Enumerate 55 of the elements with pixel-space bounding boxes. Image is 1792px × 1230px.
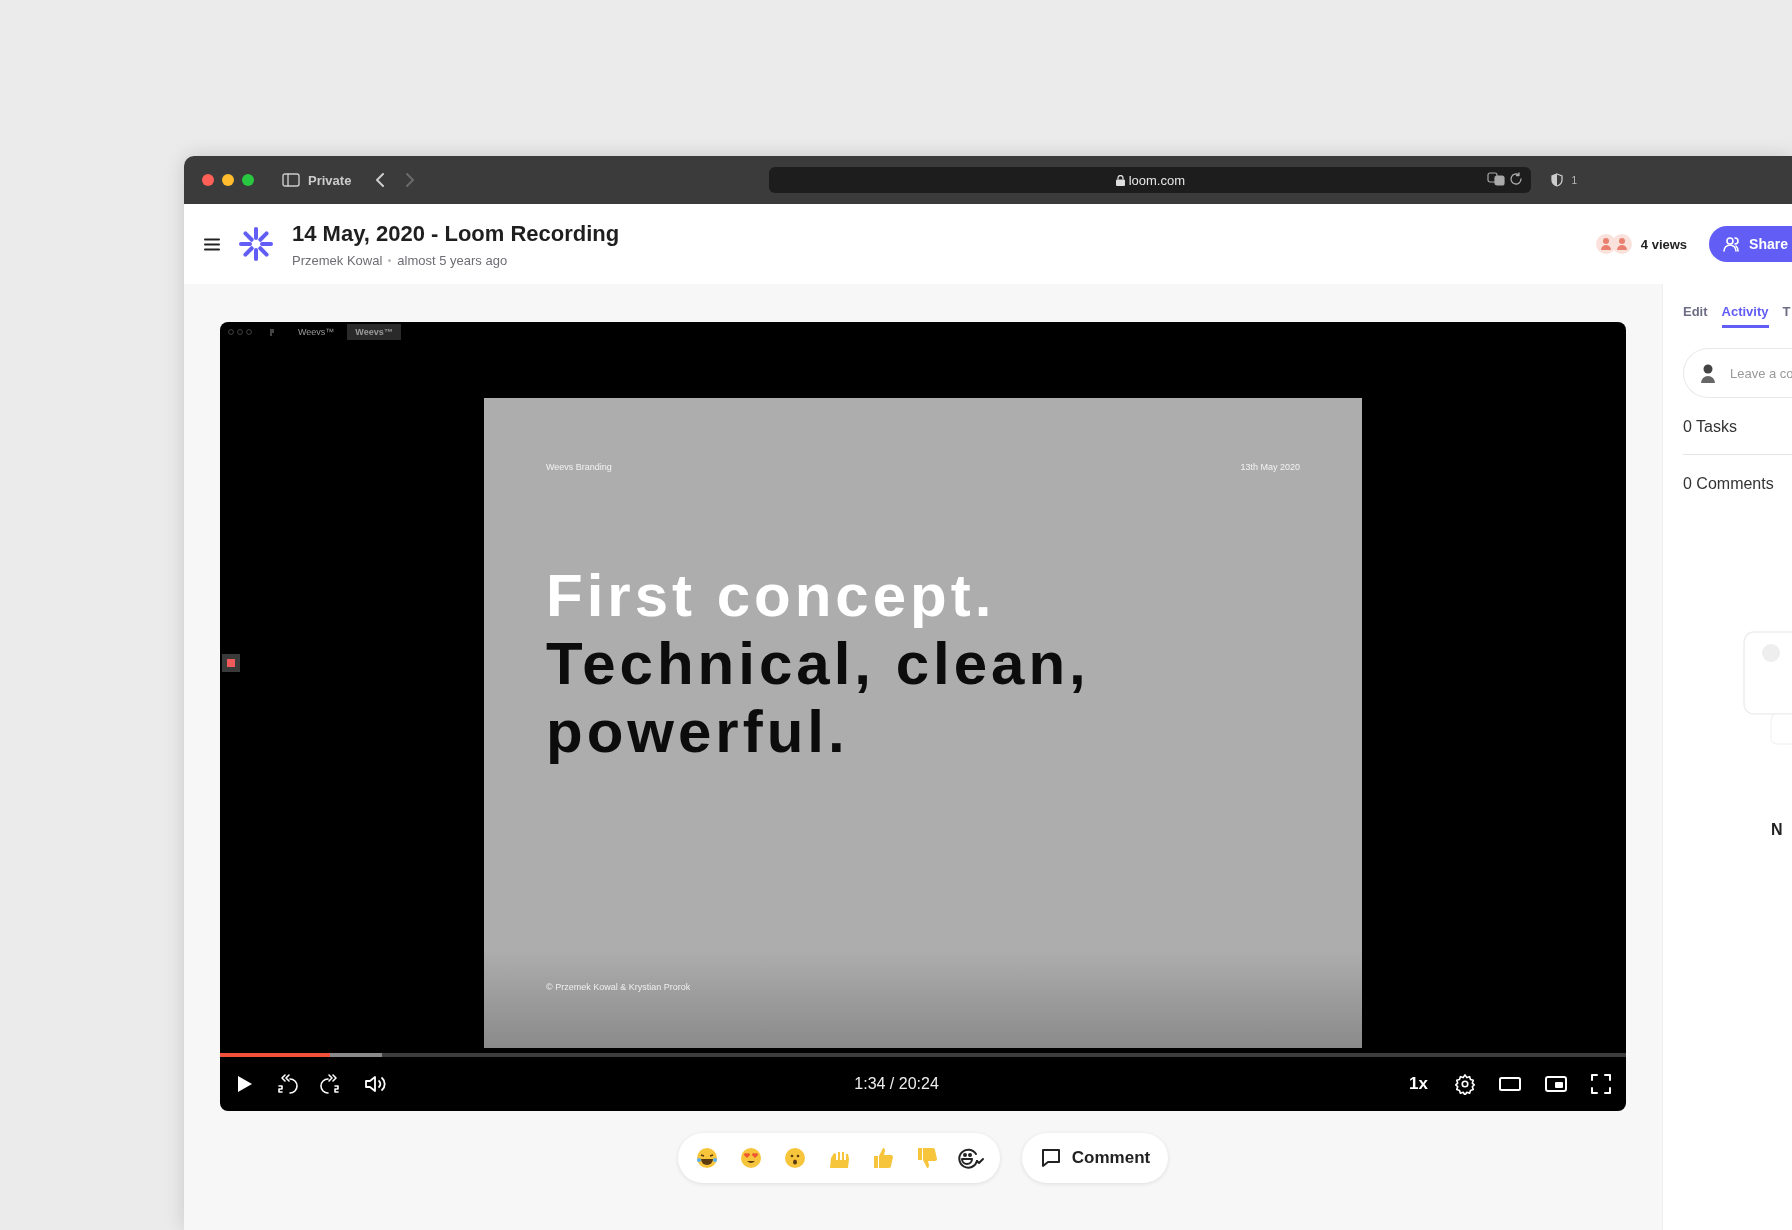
slide-headline: powerful.: [546, 698, 850, 766]
heart-eyes-emoji-icon: [738, 1146, 763, 1170]
speed-button[interactable]: 1x: [1403, 1073, 1434, 1095]
tasks-count: 0 Tasks: [1683, 418, 1738, 436]
fullscreen-button[interactable]: [1588, 1071, 1614, 1097]
url-text: loom.com: [1128, 172, 1186, 188]
picture-in-picture-button[interactable]: [1542, 1073, 1570, 1095]
translate-icon[interactable]: [1487, 172, 1506, 186]
comments-count: 0 Comments: [1683, 475, 1775, 493]
record-indicator-icon: [222, 654, 240, 672]
share-button[interactable]: Share: [1709, 226, 1792, 262]
comment-button[interactable]: Comment: [1021, 1133, 1169, 1183]
viewer-avatars-icon: [1594, 233, 1633, 255]
video-player[interactable]: Weevs™ Weevs™ Weevs Branding 13th May 2020 First concept. Technical, clean, powerful. © Przemek Kowal & Krystian Prorok 1:34 / 20:24 1x: [220, 322, 1626, 1111]
panel-tab[interactable]: Edit: [1683, 304, 1708, 328]
starburst-logo[interactable]: [238, 226, 274, 262]
window-buttons-icon: [228, 329, 254, 335]
progress-track[interactable]: [220, 1053, 1626, 1057]
avatar-icon: [1701, 363, 1715, 383]
blocked-count: 1: [1571, 174, 1577, 186]
empty-state-heading: N: [1771, 821, 1784, 839]
slide-date: 13th May 2020: [1240, 462, 1300, 472]
add-reaction-icon: [956, 1146, 985, 1170]
chevron-right-icon: [405, 173, 416, 187]
laughing-emoji-icon: [694, 1146, 719, 1170]
private-mode-label: Private: [308, 172, 352, 188]
lock-icon: [1115, 174, 1125, 186]
speech-bubble-icon: [1039, 1147, 1062, 1169]
sidebar-icon[interactable]: [282, 173, 300, 187]
slide-brand: Weevs Branding: [546, 462, 612, 472]
minimize-window-button[interactable]: [222, 174, 234, 186]
video-title: 14 May, 2020 - Loom Recording: [292, 220, 620, 247]
reaction-button[interactable]: [955, 1146, 986, 1170]
settings-button[interactable]: [1452, 1071, 1478, 1097]
figma-icon: [269, 327, 275, 337]
people-icon: [1723, 236, 1742, 252]
close-window-button[interactable]: [202, 174, 214, 186]
slide-headline: Technical, clean,: [546, 630, 1091, 698]
menu-icon[interactable]: [204, 237, 220, 251]
panel-tab[interactable]: Activity: [1721, 304, 1769, 328]
playback-time: 1:34 / 20:24: [853, 1075, 940, 1093]
recording-age: almost 5 years ago: [397, 252, 508, 268]
tab-label: Weevs™: [298, 327, 335, 337]
slide-headline: First concept.: [546, 562, 997, 630]
author-name: Przemek Kowal: [292, 252, 383, 268]
zoom-window-button[interactable]: [242, 174, 254, 186]
panel-tab[interactable]: T: [1782, 304, 1791, 328]
reload-icon[interactable]: [1509, 172, 1524, 186]
slide-credit: © Przemek Kowal & Krystian Prorok: [546, 982, 692, 992]
shield-icon[interactable]: [1551, 173, 1564, 187]
tab-label: Weevs™: [355, 327, 393, 337]
view-count[interactable]: 4 views: [1640, 236, 1688, 252]
chevron-left-icon: [375, 173, 386, 187]
address-bar[interactable]: loom.com: [769, 167, 1532, 193]
surprised-emoji-icon: [782, 1146, 807, 1170]
